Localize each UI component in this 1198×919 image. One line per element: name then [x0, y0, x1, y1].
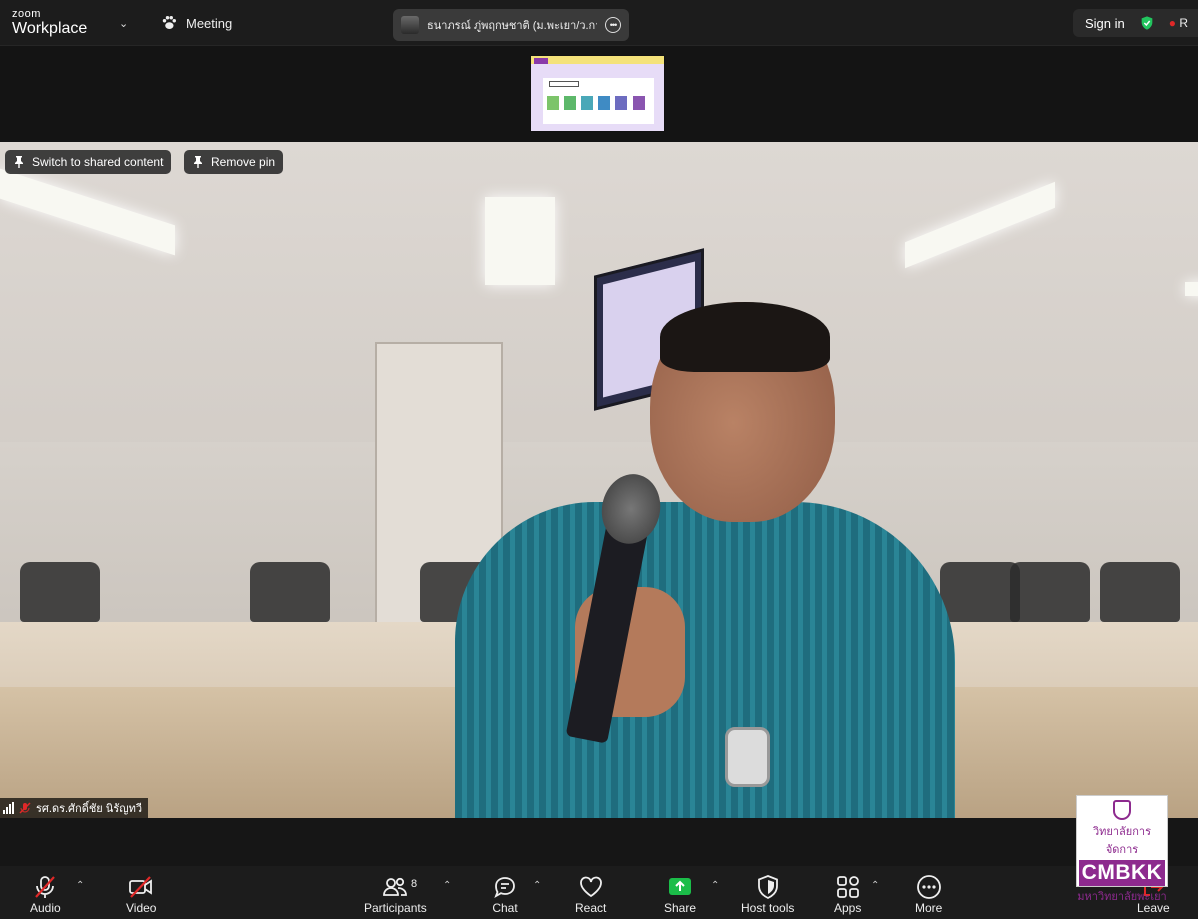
pin-icon	[194, 156, 202, 168]
chevron-down-icon[interactable]: ⌄	[119, 17, 128, 30]
chat-button[interactable]: Chat	[492, 874, 518, 915]
host-tools-button[interactable]: Host tools	[741, 874, 794, 915]
share-label: Share	[664, 901, 697, 915]
logo-large-text: Workplace	[12, 20, 88, 37]
active-speaker-pill[interactable]: ธนาภรณ์ ภู่พฤกษชาติ (ม.พะเยา/ว.การ •••	[393, 9, 629, 41]
speaker-person	[455, 302, 955, 818]
apps-label: Apps	[834, 901, 862, 915]
shield-icon	[757, 875, 778, 899]
apps-button[interactable]: Apps	[834, 874, 861, 915]
ceiling-light	[485, 197, 555, 285]
watermark-line3: มหาวิทยาลัยพะเยา	[1077, 891, 1167, 903]
logo-small-text: zoom	[12, 8, 41, 20]
participant-name: รศ.ดร.ศักดิ์ชัย นิรัญทวี	[36, 803, 143, 815]
participants-button[interactable]: Participants	[364, 874, 427, 915]
video-gutter	[0, 818, 1198, 866]
react-label: React	[575, 901, 607, 915]
heart-icon	[579, 876, 602, 898]
paw-icon	[162, 16, 176, 29]
watermark-line2: CMBKK	[1079, 860, 1165, 886]
zoom-workplace-logo[interactable]: zoom Workplace	[12, 9, 87, 37]
pinned-video[interactable]: Switch to shared content Remove pin รศ.ด…	[0, 142, 1198, 818]
audio-options-caret-icon[interactable]: ⌃	[76, 880, 84, 891]
sign-in-button[interactable]: Sign in	[1085, 16, 1125, 31]
speaker-avatar	[401, 16, 419, 34]
participants-count: 8	[411, 878, 418, 890]
chair	[1100, 562, 1180, 622]
apps-options-caret-icon[interactable]: ⌃	[871, 880, 879, 891]
remove-pin-label: Remove pin	[211, 155, 276, 169]
meeting-toolbar: Audio ⌃ Video Participants 8 ⌃ Chat ⌃ Re…	[0, 866, 1198, 919]
chair	[20, 562, 100, 622]
video-off-icon	[129, 876, 153, 898]
remove-pin-button[interactable]: Remove pin	[184, 150, 284, 174]
watermark-line1: วิทยาลัยการจัดการ	[1093, 826, 1151, 856]
chair	[1010, 562, 1090, 622]
apps-icon	[836, 876, 859, 898]
more-icon	[916, 875, 941, 899]
muted-mic-icon	[19, 802, 31, 814]
ceiling-light	[1185, 282, 1198, 296]
sign-in-area: Sign in ● R	[1073, 9, 1198, 37]
video-label: Video	[126, 901, 157, 915]
top-bar: zoom Workplace ⌄ Meeting ธนาภรณ์ ภู่พฤกษ…	[0, 0, 1198, 46]
chair	[250, 562, 330, 622]
audio-button[interactable]: Audio	[30, 874, 61, 915]
chat-label: Chat	[492, 901, 518, 915]
muted-mic-icon	[35, 876, 56, 898]
more-label: More	[915, 901, 943, 915]
audio-label: Audio	[30, 901, 61, 915]
host-tools-label: Host tools	[741, 901, 795, 915]
react-button[interactable]: React	[575, 874, 606, 915]
recording-indicator[interactable]: ● R	[1169, 16, 1188, 30]
active-speaker-name: ธนาภรณ์ ภู่พฤกษชาติ (ม.พะเยา/ว.การ	[427, 20, 597, 32]
participants-label: Participants	[364, 901, 427, 915]
switch-to-shared-content-button[interactable]: Switch to shared content	[5, 150, 172, 174]
thumbnail-strip	[0, 46, 1198, 142]
university-crest-icon	[1113, 800, 1131, 820]
video-button[interactable]: Video	[126, 874, 156, 915]
more-button[interactable]: More	[915, 874, 942, 915]
participant-name-tag: รศ.ดร.ศักดิ์ชัย นิรัญทวี	[0, 798, 149, 818]
share-options-caret-icon[interactable]: ⌃	[711, 880, 719, 891]
share-button[interactable]: Share	[664, 874, 696, 915]
cmbkk-watermark-logo: วิทยาลัยการจัดการ CMBKK มหาวิทยาลัยพะเยา	[1076, 795, 1168, 903]
signal-strength-icon	[3, 802, 14, 814]
meeting-label: Meeting	[186, 15, 233, 31]
participants-icon	[383, 877, 408, 896]
pin-icon	[15, 156, 23, 168]
share-screen-icon	[669, 878, 692, 895]
shield-check-icon[interactable]	[1139, 15, 1155, 31]
meeting-button[interactable]: Meeting	[160, 14, 232, 32]
more-options-icon[interactable]: •••	[605, 17, 621, 33]
recording-label: R	[1179, 16, 1189, 30]
chat-icon	[494, 877, 515, 898]
participants-options-caret-icon[interactable]: ⌃	[443, 880, 451, 891]
shared-screen-thumbnail[interactable]	[530, 55, 665, 132]
switch-shared-label: Switch to shared content	[32, 155, 164, 169]
chat-options-caret-icon[interactable]: ⌃	[533, 880, 541, 891]
